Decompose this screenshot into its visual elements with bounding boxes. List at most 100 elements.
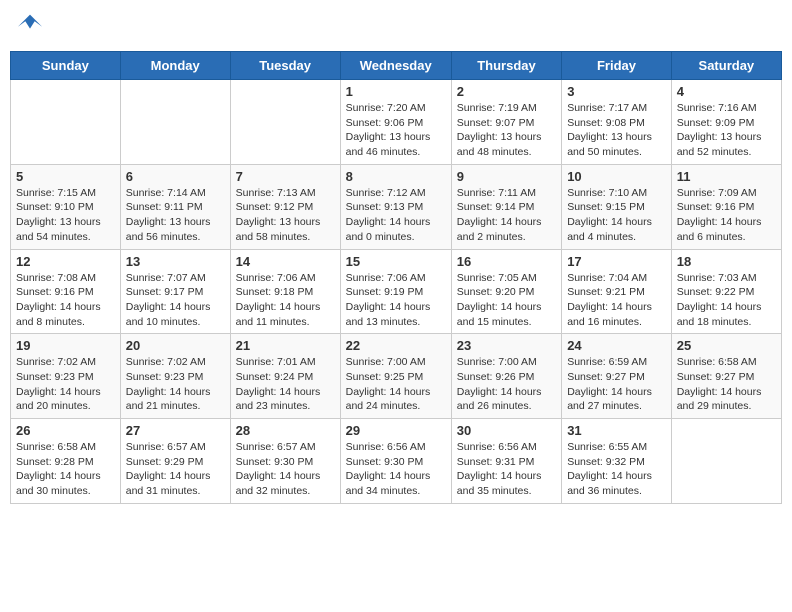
day-info: Sunrise: 6:58 AM Sunset: 9:28 PM Dayligh… (16, 440, 115, 499)
day-info: Sunrise: 6:57 AM Sunset: 9:30 PM Dayligh… (236, 440, 335, 499)
day-number: 12 (16, 254, 115, 269)
calendar-day-header: Saturday (671, 52, 781, 80)
day-info: Sunrise: 7:02 AM Sunset: 9:23 PM Dayligh… (126, 355, 225, 414)
day-info: Sunrise: 7:06 AM Sunset: 9:19 PM Dayligh… (346, 271, 446, 330)
day-number: 24 (567, 338, 666, 353)
calendar-day-cell: 26Sunrise: 6:58 AM Sunset: 9:28 PM Dayli… (11, 419, 121, 504)
day-number: 30 (457, 423, 556, 438)
calendar-day-cell: 18 Sunrise: 7:03 AM Sunset: 9:22 PM Dayli… (671, 249, 781, 334)
day-number: 18 (677, 254, 776, 269)
calendar-day-cell: 25 Sunrise: 6:58 AM Sunset: 9:27 PM Dayli… (671, 334, 781, 419)
calendar-day-cell: 17 Sunrise: 7:04 AM Sunset: 9:21 PM Dayli… (562, 249, 672, 334)
calendar-day-cell: 23 Sunrise: 7:00 AM Sunset: 9:26 PM Dayli… (451, 334, 561, 419)
day-info: Sunrise: 7:09 AM Sunset: 9:16 PM Dayligh… (677, 186, 776, 245)
day-info: Sunrise: 6:56 AM Sunset: 9:31 PM Dayligh… (457, 440, 556, 499)
calendar-day-cell: 29Sunrise: 6:56 AM Sunset: 9:30 PM Dayli… (340, 419, 451, 504)
day-info: Sunrise: 7:13 AM Sunset: 9:12 PM Dayligh… (236, 186, 335, 245)
day-info: Sunrise: 7:06 AM Sunset: 9:18 PM Dayligh… (236, 271, 335, 330)
day-number: 3 (567, 84, 666, 99)
day-number: 14 (236, 254, 335, 269)
day-number: 5 (16, 169, 115, 184)
day-number: 9 (457, 169, 556, 184)
day-info: Sunrise: 7:02 AM Sunset: 9:23 PM Dayligh… (16, 355, 115, 414)
day-number: 31 (567, 423, 666, 438)
day-info: Sunrise: 7:12 AM Sunset: 9:13 PM Dayligh… (346, 186, 446, 245)
calendar-day-cell: 16Sunrise: 7:05 AM Sunset: 9:20 PM Dayli… (451, 249, 561, 334)
day-info: Sunrise: 6:58 AM Sunset: 9:27 PM Dayligh… (677, 355, 776, 414)
day-number: 20 (126, 338, 225, 353)
day-info: Sunrise: 7:04 AM Sunset: 9:21 PM Dayligh… (567, 271, 666, 330)
day-info: Sunrise: 7:15 AM Sunset: 9:10 PM Dayligh… (16, 186, 115, 245)
day-info: Sunrise: 6:55 AM Sunset: 9:32 PM Dayligh… (567, 440, 666, 499)
calendar-day-cell: 1Sunrise: 7:20 AM Sunset: 9:06 PM Daylig… (340, 80, 451, 165)
day-info: Sunrise: 6:57 AM Sunset: 9:29 PM Dayligh… (126, 440, 225, 499)
calendar-day-cell: 21 Sunrise: 7:01 AM Sunset: 9:24 PM Dayli… (230, 334, 340, 419)
logo (14, 10, 44, 43)
calendar-day-header: Friday (562, 52, 672, 80)
day-number: 21 (236, 338, 335, 353)
calendar-day-header: Tuesday (230, 52, 340, 80)
calendar-day-header: Wednesday (340, 52, 451, 80)
calendar-day-cell: 7 Sunrise: 7:13 AM Sunset: 9:12 PM Daylig… (230, 164, 340, 249)
day-info: Sunrise: 7:17 AM Sunset: 9:08 PM Dayligh… (567, 101, 666, 160)
calendar-day-cell: 11Sunrise: 7:09 AM Sunset: 9:16 PM Dayli… (671, 164, 781, 249)
day-info: Sunrise: 7:00 AM Sunset: 9:26 PM Dayligh… (457, 355, 556, 414)
calendar-day-header: Sunday (11, 52, 121, 80)
day-number: 27 (126, 423, 225, 438)
day-number: 13 (126, 254, 225, 269)
day-number: 10 (567, 169, 666, 184)
calendar-day-cell: 27 Sunrise: 6:57 AM Sunset: 9:29 PM Dayli… (120, 419, 230, 504)
calendar-day-cell: 22 Sunrise: 7:00 AM Sunset: 9:25 PM Dayli… (340, 334, 451, 419)
day-number: 28 (236, 423, 335, 438)
page-header (10, 10, 782, 43)
day-info: Sunrise: 7:19 AM Sunset: 9:07 PM Dayligh… (457, 101, 556, 160)
calendar-day-cell: 30 Sunrise: 6:56 AM Sunset: 9:31 PM Dayli… (451, 419, 561, 504)
calendar-week-row: 1Sunrise: 7:20 AM Sunset: 9:06 PM Daylig… (11, 80, 782, 165)
calendar-day-cell: 14 Sunrise: 7:06 AM Sunset: 9:18 PM Dayli… (230, 249, 340, 334)
calendar-day-cell: 2Sunrise: 7:19 AM Sunset: 9:07 PM Daylig… (451, 80, 561, 165)
calendar-day-cell (230, 80, 340, 165)
calendar-header-row: SundayMondayTuesdayWednesdayThursdayFrid… (11, 52, 782, 80)
calendar-body: 1Sunrise: 7:20 AM Sunset: 9:06 PM Daylig… (11, 80, 782, 504)
day-info: Sunrise: 7:11 AM Sunset: 9:14 PM Dayligh… (457, 186, 556, 245)
calendar-day-cell: 12Sunrise: 7:08 AM Sunset: 9:16 PM Dayli… (11, 249, 121, 334)
day-number: 4 (677, 84, 776, 99)
day-info: Sunrise: 7:01 AM Sunset: 9:24 PM Dayligh… (236, 355, 335, 414)
calendar-day-cell: 15Sunrise: 7:06 AM Sunset: 9:19 PM Dayli… (340, 249, 451, 334)
calendar-day-cell: 3 Sunrise: 7:17 AM Sunset: 9:08 PM Daylig… (562, 80, 672, 165)
day-info: Sunrise: 7:20 AM Sunset: 9:06 PM Dayligh… (346, 101, 446, 160)
logo-bird-icon (16, 10, 44, 38)
day-info: Sunrise: 7:00 AM Sunset: 9:25 PM Dayligh… (346, 355, 446, 414)
calendar-day-cell (11, 80, 121, 165)
calendar-day-cell (671, 419, 781, 504)
calendar-week-row: 19 Sunrise: 7:02 AM Sunset: 9:23 PM Dayli… (11, 334, 782, 419)
calendar-day-cell: 4Sunrise: 7:16 AM Sunset: 9:09 PM Daylig… (671, 80, 781, 165)
day-number: 25 (677, 338, 776, 353)
calendar-day-cell (120, 80, 230, 165)
day-info: Sunrise: 7:03 AM Sunset: 9:22 PM Dayligh… (677, 271, 776, 330)
calendar-table: SundayMondayTuesdayWednesdayThursdayFrid… (10, 51, 782, 504)
day-number: 7 (236, 169, 335, 184)
day-info: Sunrise: 7:05 AM Sunset: 9:20 PM Dayligh… (457, 271, 556, 330)
day-number: 6 (126, 169, 225, 184)
day-number: 17 (567, 254, 666, 269)
day-number: 19 (16, 338, 115, 353)
calendar-day-cell: 20 Sunrise: 7:02 AM Sunset: 9:23 PM Dayli… (120, 334, 230, 419)
day-info: Sunrise: 6:56 AM Sunset: 9:30 PM Dayligh… (346, 440, 446, 499)
calendar-week-row: 26Sunrise: 6:58 AM Sunset: 9:28 PM Dayli… (11, 419, 782, 504)
day-number: 23 (457, 338, 556, 353)
calendar-day-header: Monday (120, 52, 230, 80)
day-info: Sunrise: 7:07 AM Sunset: 9:17 PM Dayligh… (126, 271, 225, 330)
day-info: Sunrise: 7:14 AM Sunset: 9:11 PM Dayligh… (126, 186, 225, 245)
calendar-day-header: Thursday (451, 52, 561, 80)
calendar-day-cell: 13 Sunrise: 7:07 AM Sunset: 9:17 PM Dayli… (120, 249, 230, 334)
calendar-week-row: 5 Sunrise: 7:15 AM Sunset: 9:10 PM Daylig… (11, 164, 782, 249)
calendar-day-cell: 9 Sunrise: 7:11 AM Sunset: 9:14 PM Daylig… (451, 164, 561, 249)
calendar-day-cell: 19 Sunrise: 7:02 AM Sunset: 9:23 PM Dayli… (11, 334, 121, 419)
calendar-day-cell: 10Sunrise: 7:10 AM Sunset: 9:15 PM Dayli… (562, 164, 672, 249)
calendar-day-cell: 31 Sunrise: 6:55 AM Sunset: 9:32 PM Dayli… (562, 419, 672, 504)
day-info: Sunrise: 6:59 AM Sunset: 9:27 PM Dayligh… (567, 355, 666, 414)
day-number: 22 (346, 338, 446, 353)
calendar-day-cell: 6 Sunrise: 7:14 AM Sunset: 9:11 PM Daylig… (120, 164, 230, 249)
calendar-day-cell: 24 Sunrise: 6:59 AM Sunset: 9:27 PM Dayli… (562, 334, 672, 419)
